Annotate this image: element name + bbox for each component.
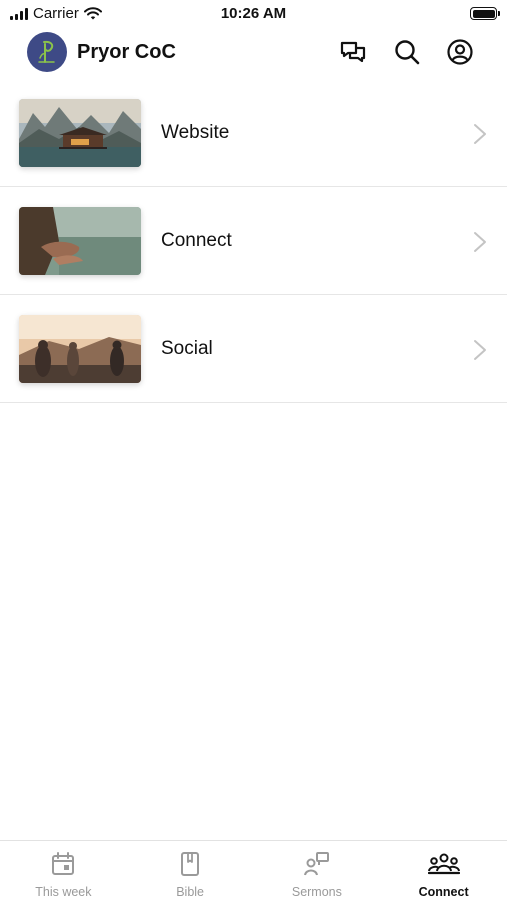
sermons-icon xyxy=(303,852,329,876)
tab-label: Bible xyxy=(176,885,205,899)
logo-icon xyxy=(38,40,55,63)
list-item-label: Connect xyxy=(161,230,232,251)
tab-label: This week xyxy=(35,885,92,899)
tab-bar: This week Bible Sermons Connect xyxy=(0,840,507,900)
calendar-icon xyxy=(52,852,75,875)
tab-this-week[interactable]: This week xyxy=(0,841,127,900)
profile-icon[interactable] xyxy=(446,38,474,66)
battery-icon xyxy=(470,7,500,20)
chat-icon[interactable] xyxy=(339,38,367,66)
app-header: Pryor CoC xyxy=(0,30,507,76)
list-item-connect[interactable]: Connect xyxy=(0,187,507,295)
search-icon[interactable] xyxy=(393,38,421,66)
list-item-social[interactable]: Social xyxy=(0,295,507,403)
chevron-right-icon xyxy=(474,340,486,360)
list-item-label: Website xyxy=(161,122,230,143)
tab-connect[interactable]: Connect xyxy=(380,841,507,900)
church-logo-avatar[interactable] xyxy=(27,32,67,72)
chevron-right-icon xyxy=(474,124,486,144)
chevron-right-icon xyxy=(474,232,486,252)
tab-bible[interactable]: Bible xyxy=(127,841,254,900)
connect-list: Website Connect Social xyxy=(0,79,507,403)
tab-sermons[interactable]: Sermons xyxy=(254,841,381,900)
people-icon xyxy=(427,853,460,875)
connect-thumbnail xyxy=(19,207,141,275)
status-time: 10:26 AM xyxy=(220,5,287,22)
tab-label: Sermons xyxy=(291,885,342,899)
list-item-website[interactable]: Website xyxy=(0,79,507,187)
tab-label: Connect xyxy=(418,885,469,899)
website-thumbnail xyxy=(19,99,141,167)
list-item-label: Social xyxy=(161,338,213,359)
bible-icon xyxy=(181,852,200,876)
status-bar: Carrier 10:26 AM xyxy=(0,0,507,28)
social-thumbnail xyxy=(19,315,141,383)
page-title: Pryor CoC xyxy=(77,41,176,63)
